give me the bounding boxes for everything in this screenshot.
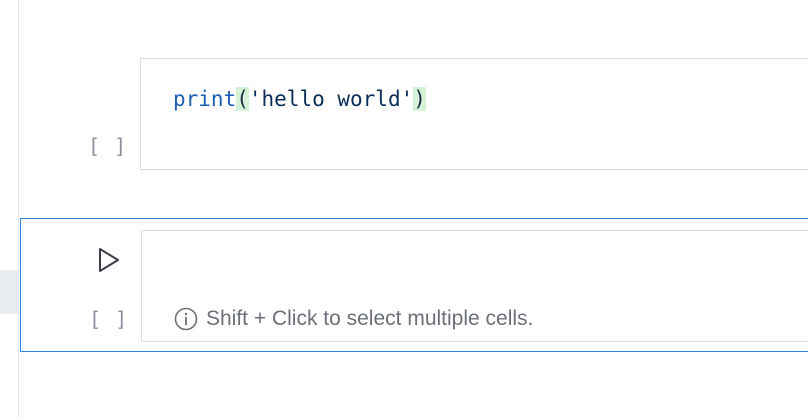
execution-count: [ ]	[88, 134, 128, 158]
play-triangle-icon	[99, 248, 119, 272]
execution-count: [ ]	[89, 307, 129, 331]
code-string-token: 'hello world'	[248, 87, 414, 111]
code-editor[interactable]: Shift + Click to select multiple cells.	[141, 230, 808, 342]
empty-cell-hint: Shift + Click to select multiple cells.	[174, 307, 533, 331]
selected-cell[interactable]: [ ] Shift + Click to select multiple cel…	[20, 218, 808, 352]
hint-text: Shift + Click to select multiple cells.	[206, 307, 534, 330]
code-cell[interactable]: [ ] print('hello world')	[0, 58, 808, 170]
info-circle-icon	[174, 307, 198, 331]
matched-bracket-close: )	[413, 87, 426, 111]
code-editor[interactable]: print('hello world')	[140, 58, 808, 170]
matched-bracket-open: (	[236, 87, 249, 111]
code-line: print('hello world')	[173, 87, 426, 111]
code-function-token: print	[173, 87, 237, 111]
run-cell-button[interactable]	[97, 247, 121, 273]
gutter-active-marker	[0, 270, 18, 314]
